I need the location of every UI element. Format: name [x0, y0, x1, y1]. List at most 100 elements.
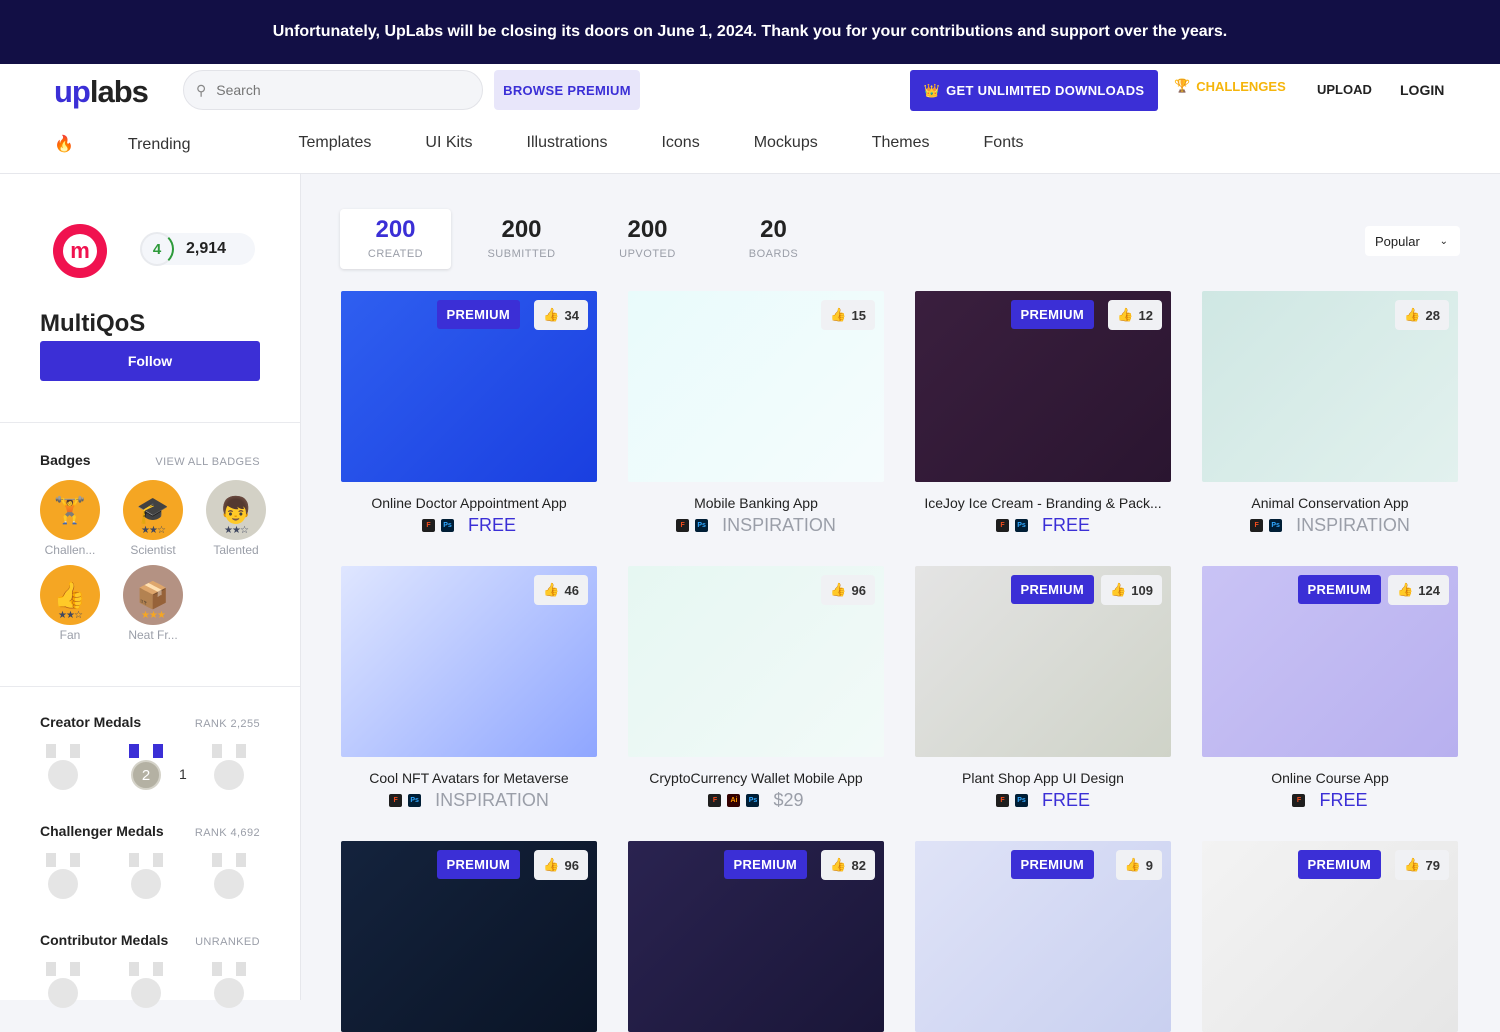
- like-button[interactable]: 👍 28: [1395, 300, 1449, 330]
- nav-templates[interactable]: Templates: [298, 134, 371, 154]
- upload-link[interactable]: UPLOAD: [1317, 82, 1372, 97]
- like-button[interactable]: 👍 96: [534, 850, 588, 880]
- trophy-icon: 🏆: [1174, 78, 1191, 93]
- design-card[interactable]: 👍 46 Cool NFT Avatars for Metaverse F Ps INSP…: [341, 566, 597, 810]
- design-card[interactable]: 👍 96 CryptoCurrency Wallet Mobile App F Ai Ps…: [628, 566, 884, 810]
- medal-icon: [206, 853, 253, 899]
- design-card[interactable]: PREMIUM 👍 124 Online Course App F FREE: [1202, 566, 1458, 810]
- view-all-badges-link[interactable]: VIEW ALL BADGES: [155, 456, 260, 468]
- badge-icon: 🎓 ★★☆: [123, 480, 183, 540]
- like-button[interactable]: 👍 15: [821, 300, 875, 330]
- Neat Fr...-icon: 📦: [136, 579, 170, 610]
- badge[interactable]: 🏋️ Challen...: [40, 480, 100, 557]
- nav-fonts[interactable]: Fonts: [984, 134, 1024, 154]
- card-title[interactable]: Online Course App: [1192, 770, 1468, 786]
- nav-themes[interactable]: Themes: [872, 134, 930, 154]
- badge[interactable]: 👍 ★★☆ Fan: [40, 565, 100, 642]
- medal-disk: [214, 869, 244, 899]
- Scientist-icon: 🎓: [136, 494, 170, 525]
- design-card[interactable]: PREMIUM 👍 109 Plant Shop App UI Design F Ps FR…: [915, 566, 1171, 810]
- card-title[interactable]: Online Doctor Appointment App: [331, 495, 607, 511]
- medal-ribbon: [46, 853, 80, 867]
- medal-disk: 2: [131, 760, 161, 790]
- medal-ribbon: [129, 853, 163, 867]
- uplabs-logo[interactable]: uplabs: [54, 74, 149, 110]
- medal-icon: [40, 744, 87, 790]
- stat-tab-boards[interactable]: 20 BOARDS: [718, 209, 829, 269]
- design-card[interactable]: PREMIUM 👍 12 IceJoy Ice Cream - Branding & …: [915, 291, 1171, 535]
- stat-number: 200: [501, 216, 542, 243]
- design-card[interactable]: PREMIUM 👍 82: [628, 841, 884, 1032]
- badge[interactable]: 👦 ★★☆ Talented: [206, 480, 266, 557]
- card-price: INSPIRATION: [722, 515, 836, 535]
- premium-badge: PREMIUM: [1010, 300, 1094, 329]
- like-button[interactable]: 👍 109: [1101, 575, 1162, 605]
- design-card[interactable]: PREMIUM 👍 79: [1202, 841, 1458, 1032]
- get-unlimited-downloads-button[interactable]: 👑 GET UNLIMITED DOWNLOADS: [910, 70, 1158, 111]
- like-button[interactable]: 👍 124: [1388, 575, 1449, 605]
- stat-number: 200: [375, 216, 416, 243]
- like-button[interactable]: 👍 34: [534, 300, 588, 330]
- challenges-link[interactable]: 🏆 CHALLENGES: [1174, 78, 1286, 94]
- closing-banner: Unfortunately, UpLabs will be closing it…: [0, 0, 1500, 64]
- badge-label: Fan: [59, 628, 81, 642]
- figma-icon: F: [708, 794, 722, 807]
- premium-badge: PREMIUM: [1297, 575, 1381, 604]
- like-count: 96: [851, 582, 866, 598]
- nav-trending[interactable]: 🔥 Trending: [54, 134, 244, 154]
- thumbs-up-icon: 👍: [830, 857, 847, 872]
- header: uplabs ⚲ BROWSE PREMIUM 👑 GET UNLIMITED D…: [0, 64, 1500, 174]
- like-button[interactable]: 👍 79: [1395, 850, 1449, 880]
- like-button[interactable]: 👍 9: [1115, 850, 1162, 880]
- badge[interactable]: 🎓 ★★☆ Scientist: [123, 480, 183, 557]
- card-title[interactable]: Plant Shop App UI Design: [905, 770, 1181, 786]
- badge-label: Scientist: [130, 543, 176, 557]
- login-link[interactable]: LOGIN: [1400, 82, 1444, 98]
- like-button[interactable]: 👍 96: [821, 575, 875, 605]
- sort-dropdown[interactable]: Popular ⌄: [1365, 226, 1460, 256]
- level-ring: 4: [140, 232, 174, 266]
- nav-label: Trending: [127, 136, 191, 153]
- search-input[interactable]: [216, 82, 447, 98]
- like-button[interactable]: 👍 46: [534, 575, 588, 605]
- design-card[interactable]: PREMIUM 👍 96: [341, 841, 597, 1032]
- stat-tab-upvoted[interactable]: 200 UPVOTED: [592, 209, 703, 269]
- design-card[interactable]: PREMIUM 👍 34 Online Doctor Appointment App F…: [341, 291, 597, 535]
- figma-icon: F: [995, 794, 1009, 807]
- nav-ui-kits[interactable]: UI Kits: [425, 134, 472, 154]
- medal-disk: [214, 978, 244, 1008]
- design-card[interactable]: 👍 15 Mobile Banking App F Ps INSPIRATION: [628, 291, 884, 535]
- card-title[interactable]: IceJoy Ice Cream - Branding & Pack...: [905, 495, 1181, 511]
- stat-tab-created[interactable]: 200 CREATED: [340, 209, 451, 269]
- nav-icons[interactable]: Icons: [661, 134, 699, 154]
- medal-disk: [131, 869, 161, 899]
- design-card[interactable]: PREMIUM 👍 9: [915, 841, 1171, 1032]
- medal-group-title: Contributor Medals: [40, 932, 169, 948]
- card-title[interactable]: Cool NFT Avatars for Metaverse: [331, 770, 607, 786]
- ps-icon: Ps: [1014, 519, 1028, 532]
- card-title[interactable]: Mobile Banking App: [618, 495, 894, 511]
- ps-icon: Ps: [1014, 794, 1028, 807]
- card-meta: F FREE: [1202, 790, 1458, 811]
- card-title[interactable]: Animal Conservation App: [1192, 495, 1468, 511]
- profile-name: MultiQoS: [40, 310, 146, 337]
- Fan-icon: 👍: [53, 579, 87, 610]
- medal-icon: [206, 744, 253, 790]
- search-box[interactable]: ⚲: [183, 70, 483, 110]
- like-button[interactable]: 👍 12: [1108, 300, 1162, 330]
- badge-stars: ★★☆: [224, 525, 249, 536]
- nav-illustrations[interactable]: Illustrations: [527, 134, 608, 154]
- thumbs-up-icon: 👍: [1404, 307, 1421, 322]
- badge[interactable]: 📦 ★★★ Neat Fr...: [123, 565, 183, 642]
- design-card[interactable]: 👍 28 Animal Conservation App F Ps INSPIRATION: [1202, 291, 1458, 535]
- medal-group-header: Creator Medals RANK 2,255: [40, 714, 260, 730]
- like-button[interactable]: 👍 82: [821, 850, 875, 880]
- card-title[interactable]: CryptoCurrency Wallet Mobile App: [618, 770, 894, 786]
- follow-button[interactable]: Follow: [40, 341, 260, 381]
- medal-ribbon: [212, 853, 246, 867]
- medal-group-rank: RANK 4,692: [194, 827, 260, 839]
- stat-tab-submitted[interactable]: 200 SUBMITTED: [466, 209, 577, 269]
- nav-mockups[interactable]: Mockups: [754, 134, 818, 154]
- premium-badge: PREMIUM: [723, 850, 807, 879]
- browse-premium-button[interactable]: BROWSE PREMIUM: [494, 70, 640, 110]
